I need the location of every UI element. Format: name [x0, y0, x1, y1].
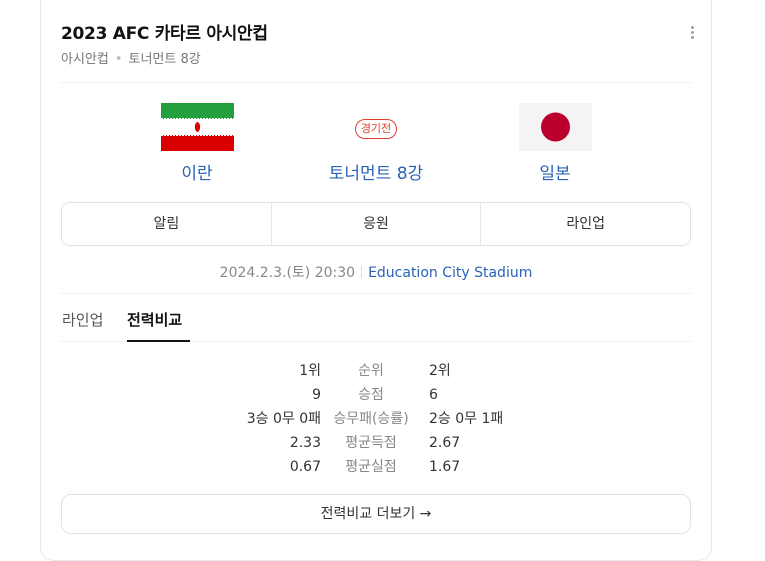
stat-label: 순위: [358, 363, 384, 379]
alarm-button[interactable]: 알림: [62, 203, 271, 245]
comparison-row: 3승 0무 0패 승무패(승률) 2승 0무 1패: [41, 407, 711, 431]
breadcrumb: 아시안컵 • 토너먼트 8강: [61, 48, 201, 67]
divider: [61, 82, 691, 83]
iran-flag-icon: [160, 103, 234, 151]
active-tab-indicator: [127, 340, 190, 342]
separator: [361, 266, 363, 278]
tab-lineup[interactable]: 라인업: [62, 309, 103, 330]
comparison-row: 2.33 평균득점 2.67: [41, 431, 711, 455]
more-options-icon[interactable]: [691, 26, 695, 42]
match-card: 2023 AFC 카타르 아시안컵 아시안컵 • 토너먼트 8강 이란 경기전 토너…: [40, 0, 712, 561]
stat-label: 평균실점: [345, 459, 397, 475]
match-datetime: 2024.2.3.(토) 20:30: [219, 265, 356, 281]
page-title: 2023 AFC 카타르 아시안컵: [61, 24, 268, 44]
away-value: 2승 0무 1패: [429, 411, 504, 427]
stat-label: 승점: [358, 387, 384, 403]
round-link[interactable]: 토너먼트 8강: [301, 159, 451, 184]
away-team-name[interactable]: 일본: [485, 159, 625, 184]
divider: [61, 293, 691, 294]
comparison-row: 9 승점 6: [41, 383, 711, 407]
venue-link[interactable]: Education City Stadium: [368, 265, 532, 281]
away-team[interactable]: 일본: [485, 103, 625, 184]
stat-label: 승무패(승률): [333, 411, 409, 427]
comparison-row: 1위 순위 2위: [41, 359, 711, 383]
cheer-button[interactable]: 응원: [270, 203, 481, 245]
action-bar: 알림 응원 라인업: [61, 202, 691, 246]
home-team[interactable]: 이란: [127, 103, 267, 184]
tab-comparison[interactable]: 전력비교: [127, 309, 182, 330]
comparison-more-label: 전력비교 더보기: [320, 506, 416, 522]
breadcrumb-round[interactable]: 토너먼트 8강: [129, 52, 201, 67]
away-value: 6: [429, 387, 438, 403]
away-value: 1.67: [429, 459, 461, 475]
match-info: 2024.2.3.(토) 20:30 Education City Stadium: [41, 262, 711, 282]
home-value: 3승 0무 0패: [246, 411, 321, 427]
breadcrumb-separator: •: [114, 52, 123, 67]
match-status: 경기전 토너먼트 8강: [301, 117, 451, 184]
comparison-row: 0.67 평균실점 1.67: [41, 455, 711, 479]
breadcrumb-league[interactable]: 아시안컵: [61, 52, 109, 67]
stat-label: 평균득점: [345, 435, 397, 451]
lineup-button[interactable]: 라인업: [480, 203, 690, 245]
status-badge: 경기전: [354, 119, 398, 139]
comparison-table: 1위 순위 2위 9 승점 6 3승 0무 0패 승무패(승률) 2승 0무 1…: [41, 359, 711, 479]
comparison-more-button[interactable]: 전력비교 더보기 →: [61, 494, 691, 534]
japan-flag-icon: [518, 103, 592, 151]
home-team-name[interactable]: 이란: [127, 159, 267, 184]
arrow-right-icon: →: [419, 506, 432, 522]
away-value: 2.67: [429, 435, 461, 451]
away-value: 2위: [429, 363, 451, 379]
